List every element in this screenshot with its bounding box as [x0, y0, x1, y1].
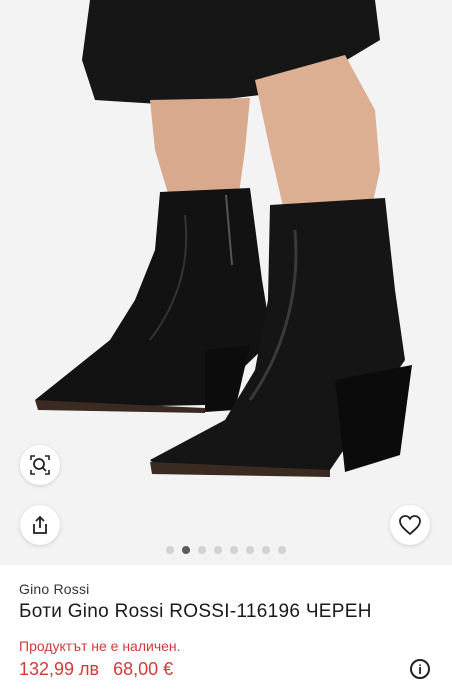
share-icon: [33, 515, 47, 534]
gallery-pagination: [0, 546, 452, 554]
gallery-dot[interactable]: [198, 546, 206, 554]
zoom-button[interactable]: [20, 445, 60, 485]
product-brand[interactable]: Gino Rossi: [19, 581, 89, 597]
heart-icon: [399, 515, 421, 536]
gallery-dot[interactable]: [182, 546, 190, 554]
gallery-dot[interactable]: [262, 546, 270, 554]
gallery-dot[interactable]: [278, 546, 286, 554]
product-title: Боти Gino Rossi ROSSI-116196 ЧЕРЕН: [19, 601, 372, 622]
gallery-dot[interactable]: [166, 546, 174, 554]
gallery-dot[interactable]: [214, 546, 222, 554]
price-block: 132,99 лв 68,00 €: [19, 659, 173, 680]
availability-status: Продуктът не е наличен.: [19, 638, 181, 654]
boots-illustration: [35, 0, 412, 477]
old-price: 132,99 лв: [19, 659, 100, 679]
info-icon[interactable]: i: [410, 659, 430, 679]
favorite-button[interactable]: [390, 505, 430, 545]
share-button[interactable]: [20, 505, 60, 545]
gallery-dot[interactable]: [246, 546, 254, 554]
new-price: 68,00 €: [113, 659, 174, 679]
gallery-dot[interactable]: [230, 546, 238, 554]
product-image[interactable]: [0, 0, 452, 565]
zoom-search-icon: [30, 455, 50, 475]
